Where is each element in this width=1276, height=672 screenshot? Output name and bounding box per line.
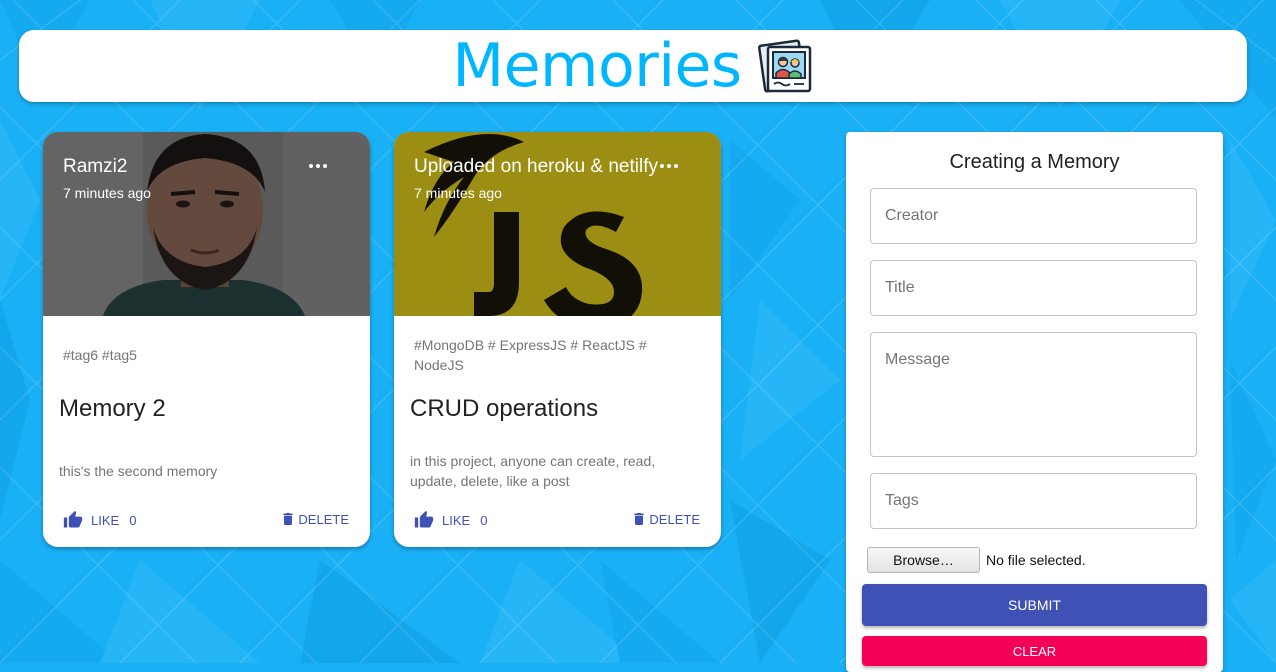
message-field[interactable]: Message: [870, 332, 1197, 457]
like-label: LIKE: [91, 512, 120, 528]
title-field[interactable]: Title: [870, 260, 1197, 316]
memory-card: Ramzi2 7 minutes ago #tag6 #tag5 Memory …: [43, 132, 370, 547]
thumb-up-icon: [414, 510, 434, 528]
trash-icon: [283, 513, 294, 525]
delete-label: DELETE: [649, 511, 700, 527]
card-title: CRUD operations: [410, 395, 599, 422]
card-actions: LIKE 0 DELETE: [410, 510, 705, 536]
tags-field[interactable]: Tags: [870, 473, 1197, 529]
card-timestamp: 7 minutes ago: [63, 185, 151, 201]
card-message: in this project, anyone can create, read…: [410, 453, 656, 489]
more-horiz-icon: [660, 164, 664, 168]
message-placeholder: Message: [885, 351, 950, 368]
like-count: 0: [129, 512, 137, 528]
app-title: Memories: [452, 31, 742, 101]
app-bar: Memories: [19, 30, 1247, 102]
memory-card: Uploaded on heroku & netilfy 7 minutes a…: [394, 132, 721, 547]
tags-placeholder: Tags: [885, 492, 919, 509]
card-actions: LIKE 0 DELETE: [59, 510, 354, 536]
delete-button[interactable]: DELETE: [631, 510, 700, 528]
thumb-up-icon: [63, 510, 83, 528]
card-title: Memory 2: [59, 395, 166, 422]
delete-label: DELETE: [298, 511, 349, 527]
like-button[interactable]: LIKE 0: [414, 510, 487, 530]
form-title: Creating a Memory: [949, 151, 1120, 173]
file-status: No file selected.: [986, 552, 1086, 568]
memories-photo-logo-icon: [757, 39, 811, 93]
browse-button[interactable]: Browse…: [867, 547, 980, 573]
create-memory-form: Creating a Memory Creator Title Message …: [846, 132, 1223, 672]
creator-placeholder: Creator: [885, 207, 939, 224]
card-timestamp: 7 minutes ago: [414, 185, 502, 201]
more-options-button[interactable]: [305, 154, 331, 178]
delete-button[interactable]: DELETE: [280, 510, 349, 528]
card-tags: #tag6 #tag5: [63, 347, 137, 363]
card-creator: Uploaded on heroku & netilfy: [414, 156, 658, 177]
more-options-button[interactable]: [656, 154, 682, 178]
trash-icon: [634, 513, 645, 525]
clear-button[interactable]: CLEAR: [862, 636, 1207, 666]
file-input: Browse… No file selected.: [867, 547, 1086, 573]
like-count: 0: [480, 512, 488, 528]
like-button[interactable]: LIKE 0: [63, 510, 136, 530]
title-placeholder: Title: [885, 279, 915, 296]
card-creator: Ramzi2: [63, 156, 128, 177]
card-tags: #MongoDB # ExpressJS # ReactJS # NodeJS: [414, 337, 647, 373]
submit-button[interactable]: SUBMIT: [862, 584, 1207, 626]
like-label: LIKE: [442, 512, 471, 528]
more-horiz-icon: [309, 164, 313, 168]
card-message: this's the second memory: [59, 463, 218, 479]
creator-field[interactable]: Creator: [870, 188, 1197, 244]
